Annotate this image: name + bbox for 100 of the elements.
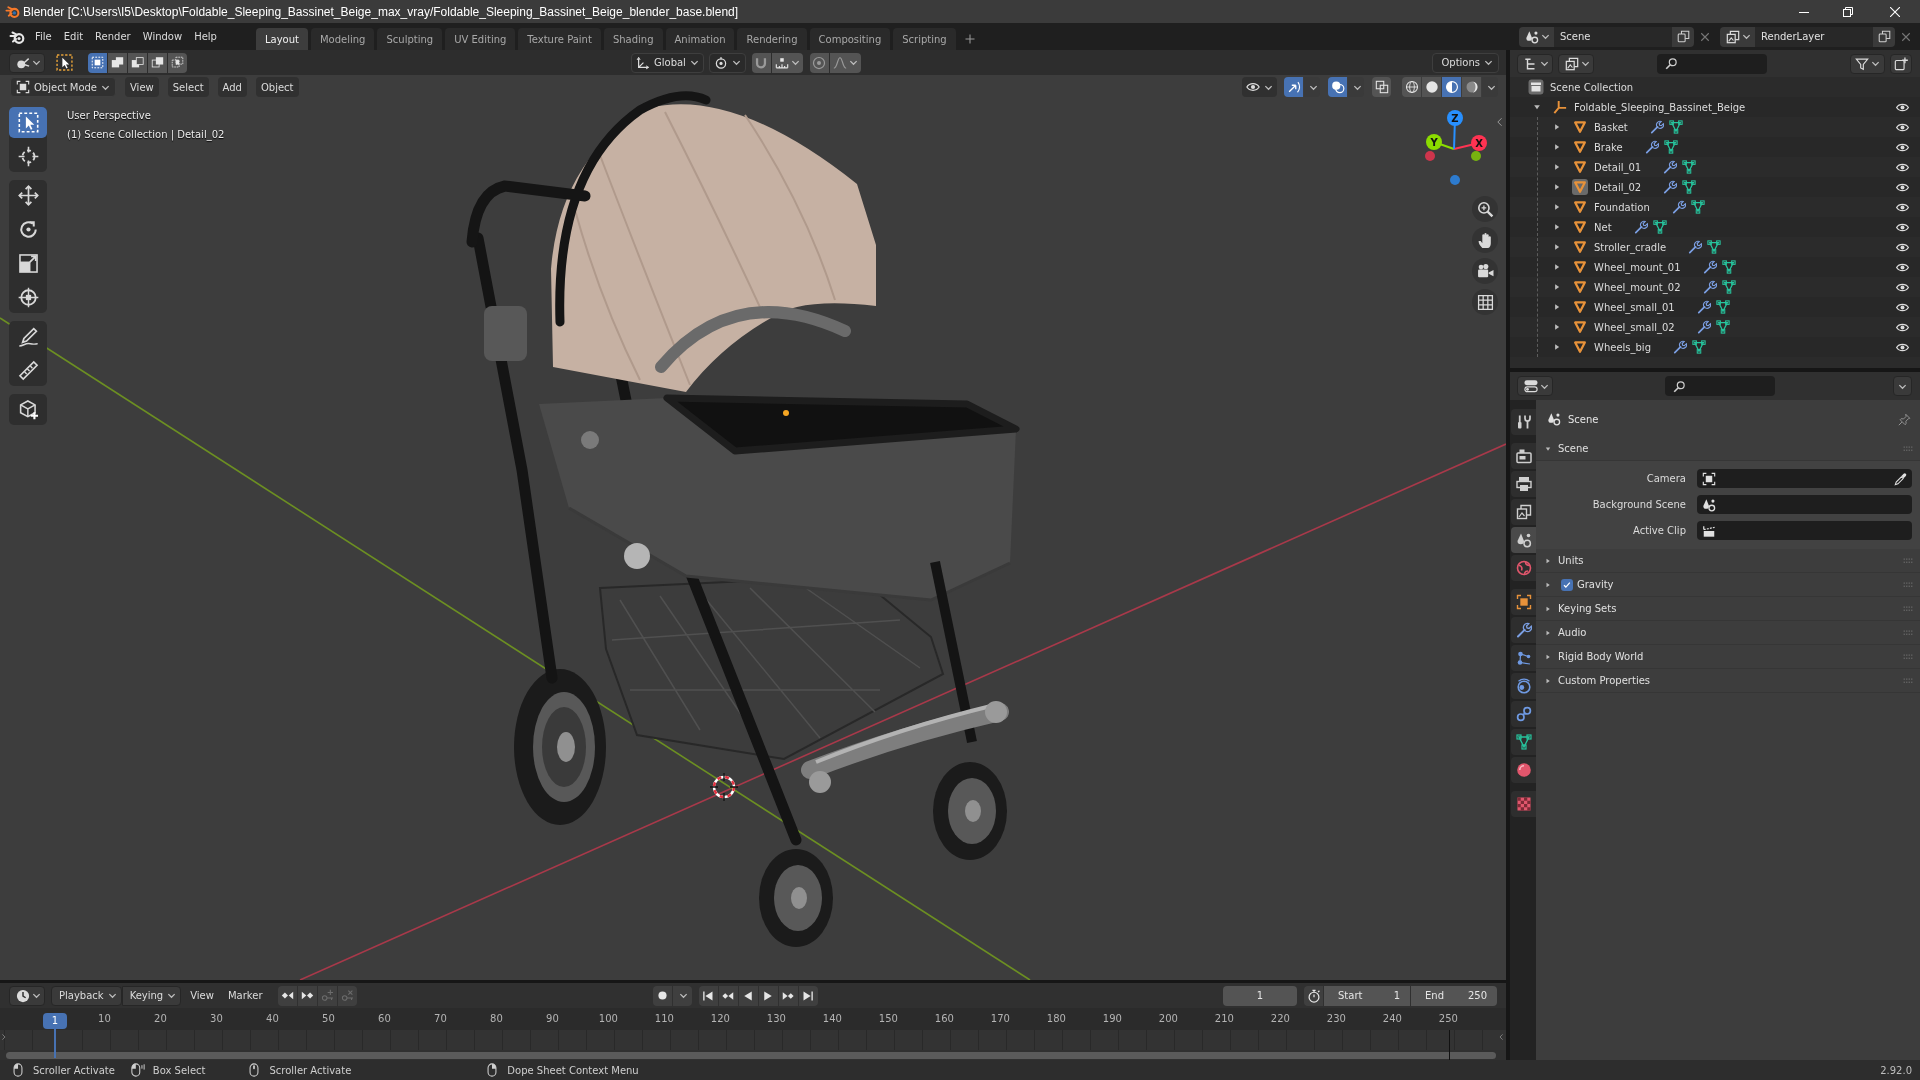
select-mode-button[interactable]	[168, 52, 187, 73]
properties-tab[interactable]	[1511, 729, 1536, 755]
axis-handle[interactable]: Z	[1447, 110, 1463, 150]
scene-browse-button[interactable]	[1519, 26, 1554, 47]
properties-tab[interactable]	[1511, 645, 1536, 671]
properties-tab[interactable]	[1511, 555, 1536, 581]
expand-arrow-icon[interactable]	[1544, 556, 1552, 565]
mesh-data-icon[interactable]	[1721, 260, 1736, 274]
mesh-data-icon[interactable]	[1692, 340, 1706, 354]
duplicate-button[interactable]	[1672, 26, 1694, 47]
menu-item[interactable]: Render	[89, 26, 137, 47]
proportional-edit-toggle[interactable]	[809, 52, 829, 73]
properties-tab[interactable]	[1511, 757, 1536, 783]
outliner-item[interactable]: Wheels_big	[1510, 337, 1920, 357]
playback-button[interactable]	[718, 985, 738, 1006]
new-collection-button[interactable]	[1890, 53, 1912, 74]
outliner-item[interactable]: Wheel_small_02	[1510, 317, 1920, 337]
outliner-item[interactable]: Basket	[1510, 117, 1920, 137]
wrench-icon[interactable]	[1688, 240, 1703, 254]
outliner-item[interactable]: Wheel_mount_01	[1510, 257, 1920, 277]
editor-type-button[interactable]	[1517, 53, 1553, 74]
properties-tab[interactable]	[1511, 471, 1536, 497]
crosshair-icon[interactable]	[709, 772, 739, 802]
dropdown-menu[interactable]: Playback	[51, 985, 122, 1006]
select-mode-button[interactable]	[108, 52, 127, 73]
shading-mode-button[interactable]	[1462, 77, 1481, 97]
properties-tab[interactable]	[1511, 443, 1536, 469]
blender-menu-icon[interactable]	[9, 28, 25, 45]
add-workspace-icon[interactable]	[963, 33, 976, 45]
zoom-button[interactable]	[1472, 196, 1498, 222]
start-frame-field[interactable]: Start 1	[1324, 985, 1410, 1006]
options-dropdown[interactable]: Options	[1432, 52, 1499, 73]
properties-tab[interactable]	[1511, 527, 1536, 553]
menu-item[interactable]: View	[185, 985, 219, 1006]
restore-icon[interactable]	[1843, 6, 1853, 17]
chevron-left-icon[interactable]	[1498, 1032, 1505, 1042]
scene-field[interactable]	[1697, 495, 1912, 514]
editor-type-button[interactable]	[9, 985, 45, 1006]
outliner-item[interactable]: Detail_01	[1510, 157, 1920, 177]
projection-button[interactable]	[1472, 289, 1498, 315]
outliner-item[interactable]: Wheel_mount_02	[1510, 277, 1920, 297]
properties-tab[interactable]	[1511, 701, 1536, 727]
outliner-item[interactable]: Net	[1510, 217, 1920, 237]
properties-tab[interactable]	[1511, 617, 1536, 643]
wrench-icon[interactable]	[1633, 220, 1648, 234]
expand-arrow-icon[interactable]	[1544, 580, 1552, 589]
axis-dot[interactable]	[1450, 175, 1460, 185]
outliner-item[interactable]: Foundation	[1510, 197, 1920, 217]
menu-item[interactable]: File	[29, 26, 58, 47]
pin-icon[interactable]	[1898, 412, 1911, 426]
expand-arrow-icon[interactable]	[1544, 604, 1552, 613]
menu-item[interactable]: Select	[167, 77, 209, 97]
outliner-item[interactable]: Scene Collection	[1510, 77, 1920, 97]
scene-name-field[interactable]: Scene	[1554, 26, 1672, 47]
options-dropdown[interactable]	[1893, 376, 1912, 396]
visibility-dropdown[interactable]	[1242, 77, 1277, 97]
display-mode-button[interactable]	[1558, 53, 1594, 74]
workspace-tab[interactable]: Shading	[603, 28, 663, 50]
mode-dropdown[interactable]: Object Mode	[10, 77, 116, 97]
playback-button[interactable]	[698, 985, 718, 1006]
view-layer-browse-button[interactable]	[1720, 26, 1755, 47]
snap-target-dropdown[interactable]	[771, 52, 803, 73]
wrench-icon[interactable]	[1649, 120, 1664, 134]
filter-button[interactable]	[1850, 53, 1885, 74]
expand-arrow-icon[interactable]	[1544, 652, 1552, 661]
mesh-data-icon[interactable]	[1715, 300, 1730, 314]
axis-dot[interactable]	[1425, 151, 1435, 161]
menu-item[interactable]: Marker	[222, 985, 268, 1006]
shading-mode-button[interactable]	[1422, 77, 1441, 97]
menu-item[interactable]: Edit	[57, 26, 90, 47]
workspace-tab[interactable]: Texture Paint	[518, 28, 601, 50]
playback-button[interactable]	[738, 985, 758, 1006]
outliner-item[interactable]: Foldable_Sleeping_Bassinet_Beige	[1510, 97, 1920, 117]
workspace-tab[interactable]: Compositing	[809, 28, 891, 50]
workspace-tab[interactable]: Animation	[665, 28, 735, 50]
editor-type-button[interactable]	[1517, 376, 1553, 396]
workspace-tab[interactable]: Rendering	[737, 28, 807, 50]
wrench-icon[interactable]	[1671, 200, 1686, 214]
wrench-icon[interactable]	[1663, 180, 1678, 194]
shading-mode-button[interactable]	[1402, 77, 1421, 97]
menu-item[interactable]: Add	[217, 77, 247, 97]
camera-view-button[interactable]	[1472, 258, 1498, 284]
properties-tab[interactable]	[1511, 589, 1536, 615]
tool-button[interactable]	[9, 107, 47, 138]
mesh-data-icon[interactable]	[1707, 240, 1722, 254]
wrench-icon[interactable]	[1702, 280, 1717, 294]
keyframe-button[interactable]	[297, 985, 317, 1006]
workspace-tab[interactable]: Sculpting	[377, 28, 443, 50]
view-layer-name-field[interactable]: RenderLayer	[1755, 26, 1873, 47]
wrench-icon[interactable]	[1702, 260, 1717, 274]
pivot-dropdown[interactable]	[708, 52, 746, 73]
shading-mode-button[interactable]	[1442, 77, 1461, 97]
dropdown-menu[interactable]: Keying	[121, 985, 182, 1006]
menu-item[interactable]: Object	[255, 77, 299, 97]
select-mode-button[interactable]	[88, 52, 107, 73]
properties-tab[interactable]	[1511, 499, 1536, 525]
select-box-icon[interactable]	[56, 54, 73, 71]
end-frame-field[interactable]: End 250	[1411, 985, 1497, 1006]
outliner-item[interactable]: Detail_02	[1510, 177, 1920, 197]
gizmos-toggle[interactable]	[1284, 77, 1303, 97]
